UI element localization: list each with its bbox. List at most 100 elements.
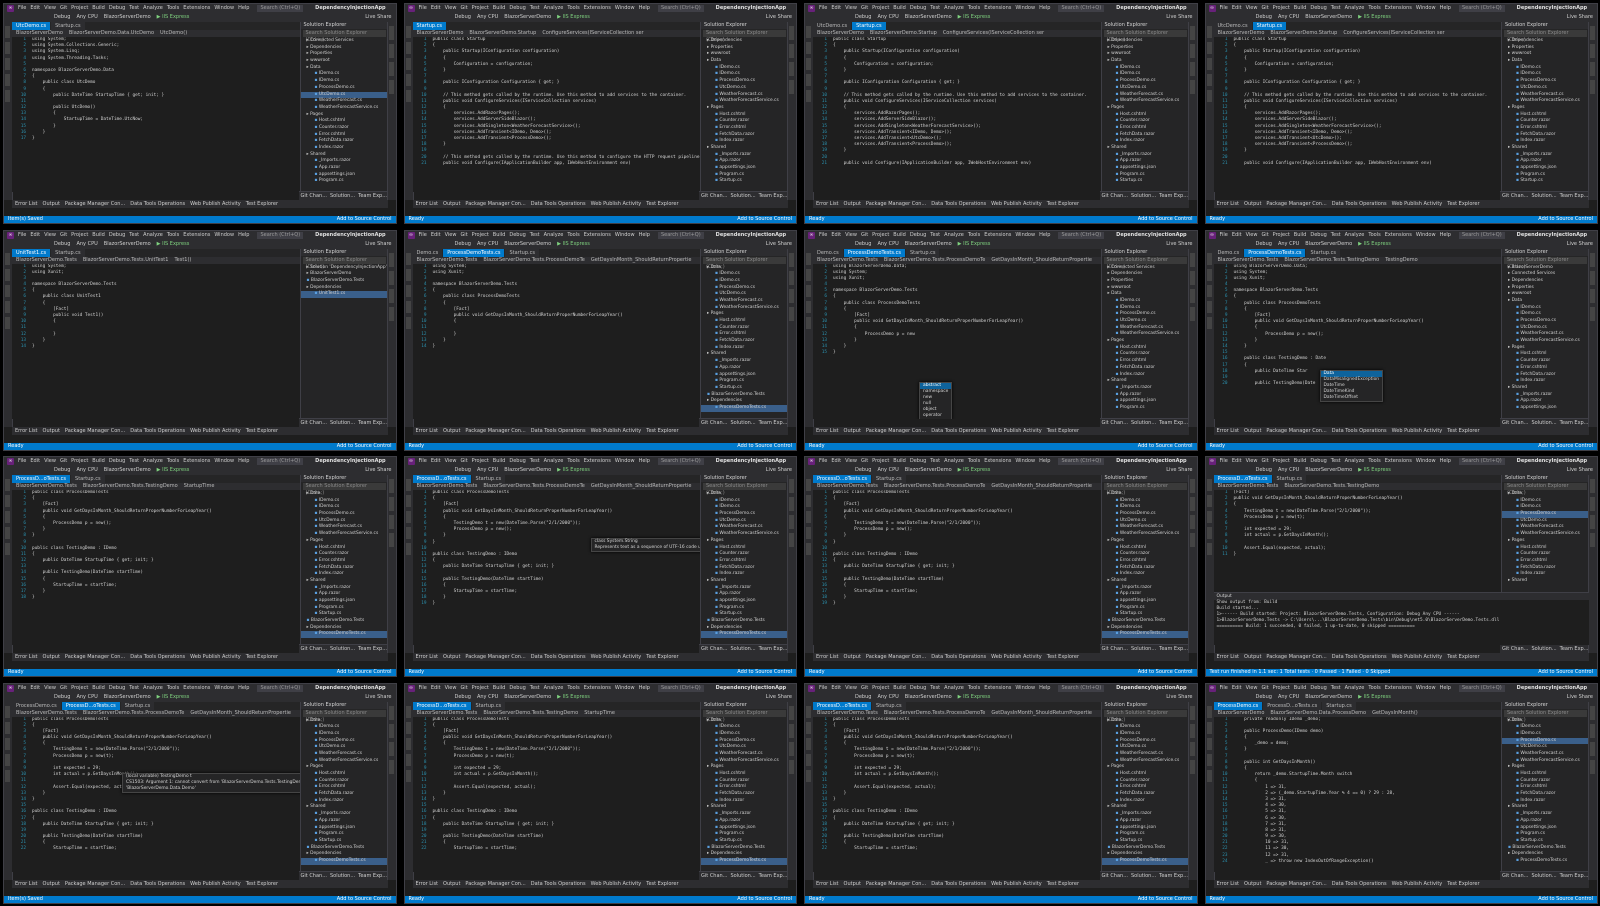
tree-item[interactable]: ▪ UtcDemo.cs — [1102, 318, 1189, 325]
menu-item-git[interactable]: Git — [1261, 685, 1268, 691]
menu-item-window[interactable]: Window — [1015, 232, 1035, 238]
menu-item-view[interactable]: View — [845, 5, 857, 11]
code-editor[interactable]: 1 public class ProcessDemoTests 2{3 [Fact]… — [412, 490, 701, 645]
menu-item-file[interactable]: File — [18, 458, 26, 464]
navigation-dropdown[interactable]: BlazorServerDemo.Tests.ProcessDemoTe — [483, 257, 585, 264]
live-share-button[interactable]: Live Share — [766, 467, 792, 474]
menu-item-analyze[interactable]: Analyze — [944, 5, 964, 11]
menu-item-file[interactable]: File — [819, 5, 827, 11]
menu-item-debug[interactable]: Debug — [1310, 232, 1326, 238]
document-tab[interactable]: Startup.cs — [852, 22, 886, 30]
navigation-dropdown[interactable]: GetDaysInMonth_ShouldReturnPropertie — [190, 710, 291, 717]
tree-item[interactable]: ▸ Pages — [1502, 538, 1589, 545]
menu-item-file[interactable]: File — [419, 232, 427, 238]
tree-item[interactable]: ▸ Data — [1102, 291, 1189, 298]
tree-item[interactable]: ▪ Host.cshtml — [1502, 771, 1589, 778]
navigation-dropdown[interactable]: Test1() — [174, 257, 191, 264]
bottom-panel-tab[interactable]: Output — [1244, 427, 1261, 435]
startup-project-dropdown[interactable]: BlazorServerDemo — [104, 694, 151, 701]
tree-item[interactable]: ▪ ProcessDemoTests.cs — [300, 631, 388, 639]
bottom-panel-tab[interactable]: Output — [443, 427, 460, 435]
menu-item-git[interactable]: Git — [861, 232, 868, 238]
bottom-panel-tab[interactable]: Test Explorer — [1447, 200, 1479, 208]
add-to-source-control-button[interactable]: Add to Source Control — [337, 443, 392, 450]
document-tab[interactable]: ProcessD...oTests.cs — [412, 475, 471, 483]
navigation-dropdown[interactable]: GetDaysInMonth_ShouldReturnPropertie — [991, 257, 1092, 264]
menu-item-project[interactable]: Project — [1273, 5, 1290, 11]
tree-item[interactable]: ▸ Data — [1102, 58, 1189, 65]
bottom-panel-tab[interactable]: Error List — [15, 653, 38, 661]
tree-item[interactable]: ▪ _Imports.razor — [1102, 585, 1189, 592]
add-to-source-control-button[interactable]: Add to Source Control — [1138, 443, 1193, 450]
tree-item[interactable]: ▪ _Imports.razor — [1102, 811, 1189, 818]
menu-item-debug[interactable]: Debug — [910, 685, 926, 691]
tree-item[interactable]: ▸ Data — [301, 718, 388, 725]
menu-item-tools[interactable]: Tools — [567, 5, 579, 11]
tree-item[interactable]: ▸ Dependencies — [701, 398, 788, 405]
tree-item[interactable]: ▸ Dependencies — [301, 851, 388, 858]
configuration-dropdown[interactable]: Debug — [455, 467, 471, 474]
configuration-dropdown[interactable]: Debug — [455, 694, 471, 701]
search-input[interactable]: Search (Ctrl+Q) — [1058, 684, 1105, 692]
tree-item[interactable]: ▪ IDemo.cs — [1102, 731, 1189, 738]
search-input[interactable]: Search (Ctrl+Q) — [1058, 5, 1105, 12]
tree-item[interactable]: ▪ App.razor — [701, 818, 788, 825]
solution-panel-tab[interactable]: Solution... — [330, 645, 355, 653]
tree-item[interactable]: ▪ Error.cshtml — [701, 558, 788, 565]
document-tab[interactable]: ProcessD...oTests.cs — [813, 701, 872, 710]
tree-item[interactable]: ▪ IDemo.cs — [1102, 724, 1189, 731]
bottom-panel-tab[interactable]: Package Manager Con... — [866, 200, 926, 208]
solution-panel-tab[interactable]: Solution... — [1131, 419, 1156, 427]
configuration-dropdown[interactable]: Debug — [54, 241, 70, 248]
tree-item[interactable]: ▸ Pages — [1102, 764, 1189, 771]
tree-item[interactable]: ▪ Program.cs — [1102, 172, 1189, 179]
bottom-panel-tab[interactable]: Data Tools Operations — [531, 200, 586, 208]
menu-item-git[interactable]: Git — [1261, 232, 1268, 238]
bottom-panel-tab[interactable]: Web Publish Activity — [1392, 880, 1443, 888]
bottom-panel-tab[interactable]: Package Manager Con... — [465, 427, 525, 435]
menu-item-edit[interactable]: Edit — [1232, 232, 1242, 238]
search-input[interactable]: Search (Ctrl+Q) — [257, 684, 304, 692]
solution-search-input[interactable]: Search Solution Explorer (Ctrl+;) — [302, 709, 386, 723]
bottom-panel-tab[interactable]: Output — [844, 427, 861, 435]
menu-item-edit[interactable]: Edit — [1232, 458, 1242, 464]
right-tool-strip[interactable] — [1187, 701, 1197, 880]
live-share-button[interactable]: Live Share — [766, 694, 792, 701]
tree-item[interactable]: ▪ IDemo.cs — [701, 271, 788, 278]
tree-item[interactable]: ▸ Shared — [1102, 578, 1189, 585]
menu-item-extensions[interactable]: Extensions — [584, 5, 611, 11]
popup-item[interactable]: DataMisalignedException — [1321, 377, 1383, 383]
solution-search-input[interactable]: Search Solution Explorer (Ctrl+;) — [302, 256, 386, 270]
navigation-dropdown[interactable]: BlazorServerDemo.Startup — [870, 30, 937, 37]
bottom-panel-tab[interactable]: Test Explorer — [1447, 653, 1479, 661]
popup-item[interactable]: namespace — [920, 389, 951, 395]
menu-item-extensions[interactable]: Extensions — [984, 232, 1011, 238]
tree-item[interactable]: ▪ Startup.cs — [1102, 178, 1189, 185]
tree-item[interactable]: ▪ Program.cs — [301, 605, 388, 612]
tree-item[interactable]: ▸ Pages — [301, 538, 388, 545]
menu-item-help[interactable]: Help — [1039, 685, 1050, 691]
tree-item[interactable]: ▪ IDemo.cs — [1502, 311, 1589, 318]
configuration-dropdown[interactable]: Debug — [54, 14, 70, 21]
tree-item[interactable]: ▪ WeatherForecastService.cs — [301, 105, 388, 112]
tree-item[interactable]: ▪ Index.razor — [1502, 571, 1589, 578]
live-share-button[interactable]: Live Share — [1567, 467, 1593, 474]
menu-item-extensions[interactable]: Extensions — [1385, 5, 1412, 11]
menu-item-analyze[interactable]: Analyze — [544, 685, 564, 691]
tree-item[interactable]: ▸ Data — [301, 491, 388, 498]
tree-item[interactable]: ▪ BlazorServerDemo.Tests — [301, 618, 388, 625]
menu-item-extensions[interactable]: Extensions — [1385, 685, 1412, 691]
platform-dropdown[interactable]: Any CPU — [1278, 694, 1299, 701]
run-button[interactable]: ▶ IIS Express — [958, 694, 991, 701]
tree-item[interactable]: ▪ appsettings.json — [1102, 598, 1189, 605]
bottom-panel-tab[interactable]: Data Tools Operations — [1332, 880, 1387, 888]
solution-panel-tab[interactable]: Team Exp... — [759, 872, 788, 880]
tree-item[interactable]: ▪ Program.cs — [1502, 831, 1589, 838]
menu-item-help[interactable]: Help — [1440, 232, 1451, 238]
tree-item[interactable]: ▪ App.razor — [301, 591, 388, 598]
menu-item-view[interactable]: View — [1246, 5, 1258, 11]
solution-panel-tab[interactable]: Solution... — [330, 419, 355, 427]
tree-item[interactable]: ▪ appsettings.json — [1502, 165, 1589, 172]
solution-panel-tab[interactable]: Git Chan... — [301, 872, 327, 880]
navigation-dropdown[interactable]: BlazorServerDemo — [1218, 30, 1265, 37]
